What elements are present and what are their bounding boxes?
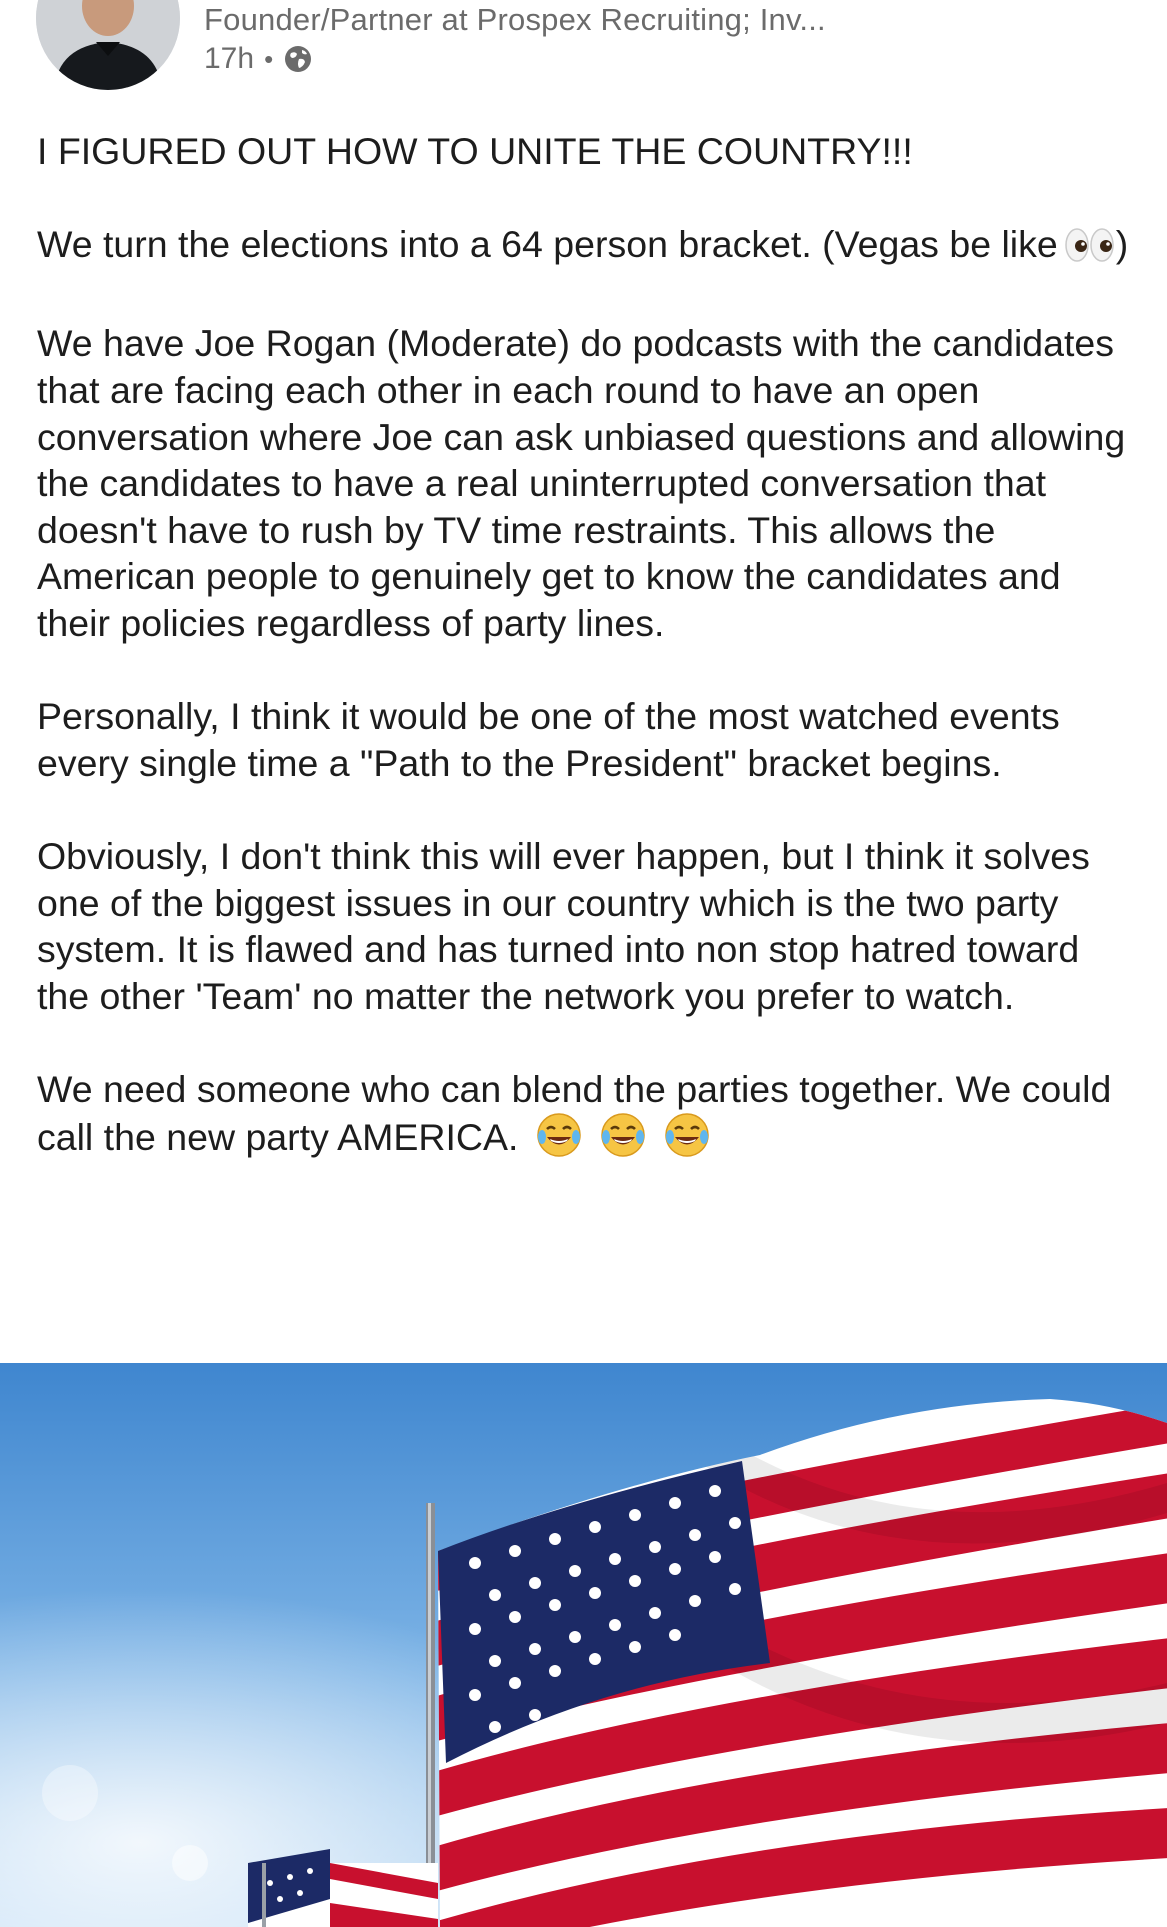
post-timestamp: 17h <box>204 42 255 75</box>
post-paragraph-3: We have Joe Rogan (Moderate) do podcasts… <box>37 320 1137 646</box>
post-paragraph-5: Obviously, I don't think this will ever … <box>37 833 1137 1019</box>
american-flag-photo[interactable] <box>0 1363 1167 1927</box>
post-paragraph-6: We need someone who can blend the partie… <box>37 1066 1137 1161</box>
paragraph-text: We turn the elections into a 64 person b… <box>37 223 1058 266</box>
post-meta: 17h • <box>204 42 313 76</box>
post-paragraph-1: I FIGURED OUT HOW TO UNITE THE COUNTRY!!… <box>37 128 1137 175</box>
laughing-tears-emoji <box>600 1112 646 1158</box>
paragraph-text: Personally, I think it would be one of t… <box>37 695 1060 784</box>
laughing-tears-emoji <box>536 1112 582 1158</box>
paragraph-text: Obviously, I don't think this will ever … <box>37 834 1090 1017</box>
eyes-emoji <box>1064 227 1116 274</box>
paragraph-suffix: ) <box>1115 223 1129 266</box>
paragraph-text: I FIGURED OUT HOW TO UNITE THE COUNTRY!!… <box>37 130 913 172</box>
author-avatar[interactable] <box>36 0 180 90</box>
paragraph-text: We have Joe Rogan (Moderate) do podcasts… <box>37 322 1126 644</box>
post-body: I FIGURED OUT HOW TO UNITE THE COUNTRY!!… <box>37 128 1137 1161</box>
author-headline[interactable]: Founder/Partner at Prospex Recruiting; I… <box>204 2 826 38</box>
meta-separator: • <box>264 43 274 74</box>
laughing-tears-emoji <box>664 1112 710 1158</box>
post-paragraph-2: We turn the elections into a 64 person b… <box>37 221 1137 274</box>
globe-icon <box>283 44 313 74</box>
post-paragraph-4: Personally, I think it would be one of t… <box>37 693 1137 786</box>
post-header: Founder/Partner at Prospex Recruiting; I… <box>0 0 1167 110</box>
